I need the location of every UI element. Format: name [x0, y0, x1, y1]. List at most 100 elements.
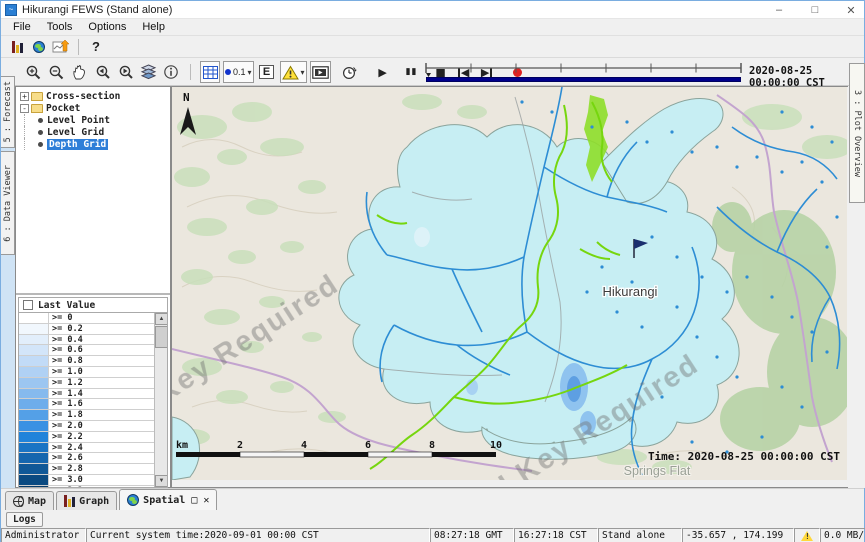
labels-button[interactable]: E [257, 61, 277, 83]
tree-item-level-grid[interactable]: Level Grid [20, 126, 170, 138]
map-canvas[interactable]: API Key Required API Key Required Hikura… [171, 86, 848, 488]
data-viewer-panel: + Cross-section - Pocket Level Point Lev… [15, 86, 171, 488]
tab-graph[interactable]: Graph [56, 491, 117, 510]
warning-icon [282, 65, 299, 80]
pan-button[interactable] [69, 61, 89, 83]
collapse-icon[interactable]: - [20, 104, 29, 113]
tree-item-level-point[interactable]: Level Point [20, 114, 170, 126]
legend-row[interactable]: >= 2.6 [19, 453, 167, 464]
legend-row[interactable]: >= 2.2 [19, 432, 167, 443]
map-display-icon[interactable] [28, 37, 50, 57]
info-button[interactable] [161, 61, 181, 83]
status-mode: Stand alone [598, 528, 682, 542]
tab-maximize-icon[interactable]: □ [191, 495, 197, 506]
menu-bar: File Tools Options Help [1, 19, 864, 36]
zoom-in-button[interactable] [23, 61, 43, 83]
timeline-range-bar [426, 77, 741, 82]
legend-row[interactable]: >= 0.2 [19, 324, 167, 335]
zoom-next-button[interactable] [115, 61, 135, 83]
legend-row[interactable]: >= 1.4 [19, 389, 167, 400]
animation-panel-button[interactable] [310, 61, 331, 83]
folder-icon [31, 104, 43, 113]
scroll-down-icon[interactable]: ▼ [155, 475, 168, 487]
legend-color-swatch [19, 378, 49, 388]
menu-options[interactable]: Options [80, 20, 134, 34]
legend-row[interactable]: >= 0.8 [19, 356, 167, 367]
status-network: 0.0 MB/s [820, 528, 865, 542]
chevron-down-icon: ▾ [301, 68, 305, 77]
spatial-display-icon[interactable] [50, 37, 72, 57]
tree-item-depth-grid[interactable]: Depth Grid [20, 138, 170, 150]
last-value-label: Last Value [38, 300, 95, 311]
tab-spatial[interactable]: Spatial □ ✕ [119, 489, 217, 510]
pause-button[interactable]: ▮▮ [402, 61, 422, 83]
close-button[interactable]: ✕ [844, 4, 858, 17]
place-label: Springs Flat [624, 464, 691, 478]
tree-item-cross-section[interactable]: + Cross-section [20, 90, 170, 102]
legend-row[interactable]: >= 2.8 [19, 464, 167, 475]
legend-row[interactable]: >= 0.4 [19, 335, 167, 346]
status-warning[interactable] [794, 528, 820, 542]
warning-icon [801, 531, 813, 541]
app-icon: ~ [5, 4, 17, 16]
timeline-slider[interactable] [424, 61, 743, 85]
legend-color-swatch [19, 356, 49, 366]
svg-text:4: 4 [301, 440, 307, 451]
status-local-time: 16:27:18 CST [514, 528, 598, 542]
tab-plot-overview[interactable]: 3 : Plot Overview [849, 63, 865, 203]
tab-map[interactable]: Map [5, 491, 54, 510]
legend-row[interactable]: >= 0 [19, 313, 167, 324]
interval-dropdown[interactable]: 0.1 ▾ [223, 61, 254, 83]
help-icon[interactable]: ? [85, 37, 107, 57]
filter-tree: + Cross-section - Pocket Level Point Lev… [16, 87, 170, 293]
play-button[interactable]: ▶ [373, 61, 393, 83]
minimize-button[interactable]: – [772, 4, 786, 16]
tree-item-pocket[interactable]: - Pocket [20, 102, 170, 114]
interval-value: 0.1 [233, 67, 246, 77]
tab-forecast[interactable]: 5 : Forecast [1, 76, 15, 148]
zoom-previous-button[interactable] [92, 61, 112, 83]
layers-button[interactable] [138, 61, 158, 83]
globe-icon [127, 494, 139, 506]
legend-row[interactable]: >= 1.0 [19, 367, 167, 378]
legend-color-swatch [19, 399, 49, 409]
legend-color-swatch [19, 453, 49, 463]
legend-color-swatch [19, 432, 49, 442]
legend-row[interactable]: >= 1.2 [19, 378, 167, 389]
legend-row[interactable]: >= 1.6 [19, 399, 167, 410]
scroll-up-icon[interactable]: ▲ [155, 313, 168, 325]
legend-row[interactable]: >= 0.6 [19, 345, 167, 356]
tab-close-icon[interactable]: ✕ [203, 495, 209, 506]
svg-text:N: N [183, 91, 190, 104]
expand-icon[interactable]: + [20, 92, 29, 101]
svg-text:6: 6 [365, 440, 371, 451]
folder-icon [31, 92, 43, 101]
legend-row[interactable]: >= 2.0 [19, 421, 167, 432]
legend-row[interactable]: >= 2.4 [19, 443, 167, 454]
menu-help[interactable]: Help [134, 20, 173, 34]
maximize-button[interactable]: □ [808, 4, 822, 16]
grid-button[interactable] [200, 61, 220, 83]
node-bullet-icon [38, 118, 43, 123]
bar-chart-icon [64, 495, 75, 507]
legend-scrollbar[interactable]: ▲ ▼ [154, 313, 167, 487]
town-label: Hikurangi [603, 284, 658, 299]
menu-file[interactable]: File [5, 20, 39, 34]
legend-row[interactable]: >= 3.0 [19, 475, 167, 486]
last-value-checkbox[interactable] [23, 300, 33, 310]
tree-item-label: Pocket [46, 103, 80, 114]
warning-dropdown[interactable]: ▾ [280, 61, 307, 83]
legend-color-swatch [19, 475, 49, 485]
legend-color-swatch [19, 464, 49, 474]
timer-button[interactable] [340, 61, 360, 83]
legend-row[interactable]: >= 1.8 [19, 410, 167, 421]
tab-data-viewer[interactable]: 6 : Data Viewer [1, 151, 15, 255]
grid-display-icon[interactable] [6, 37, 28, 57]
legend-color-swatch [19, 345, 49, 355]
scroll-thumb[interactable] [155, 326, 168, 348]
zoom-out-button[interactable] [46, 61, 66, 83]
map-time-label: Time: 2020-08-25 00:00:00 CST [648, 450, 840, 463]
menu-tools[interactable]: Tools [39, 20, 81, 34]
logs-tab[interactable]: Logs [6, 512, 43, 527]
legend-color-swatch [19, 367, 49, 377]
